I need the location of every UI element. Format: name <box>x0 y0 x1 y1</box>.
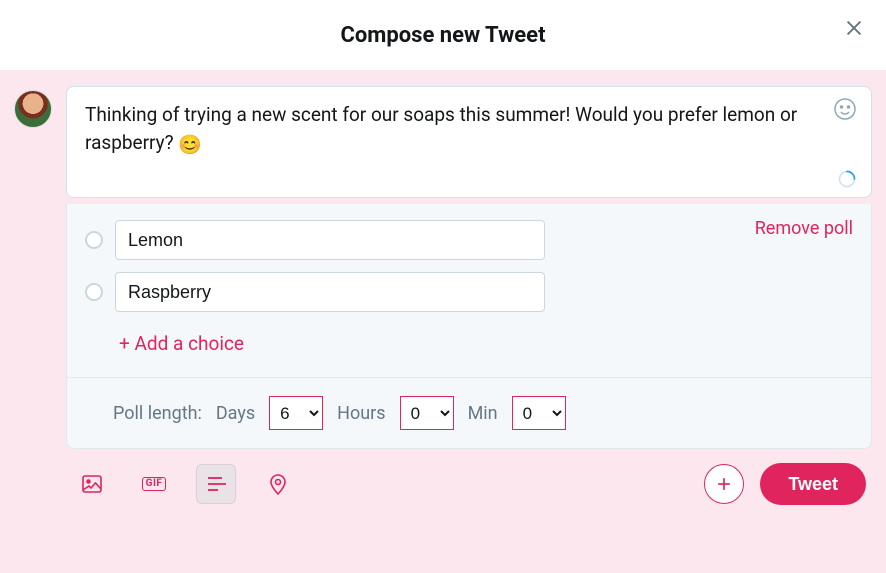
add-poll-button[interactable] <box>196 464 236 504</box>
toolbar-left: GIF <box>72 464 298 504</box>
character-count-ring <box>837 169 857 189</box>
poll-option-input-1[interactable] <box>115 220 545 260</box>
poll-min-label: Min <box>468 403 498 424</box>
radio-icon <box>85 231 103 249</box>
poll-length-label: Poll length: <box>113 403 202 424</box>
close-button[interactable] <box>840 14 868 42</box>
add-gif-button[interactable]: GIF <box>134 464 174 504</box>
tweet-emoji: 😊 <box>178 133 202 156</box>
compose-toolbar: GIF <box>66 463 872 509</box>
add-choice-button[interactable]: + Add a choice <box>85 324 244 373</box>
tweet-button[interactable]: Tweet <box>760 463 866 505</box>
modal-header: Compose new Tweet <box>0 0 886 70</box>
poll-option-row <box>85 220 853 260</box>
poll-min-select[interactable]: 0 <box>512 396 566 430</box>
smile-icon <box>833 97 857 121</box>
add-tweet-button[interactable] <box>704 464 744 504</box>
poll-option-input-2[interactable] <box>115 272 545 312</box>
poll-length-row: Poll length: Days 6 Hours 0 Min 0 <box>67 377 871 448</box>
location-icon <box>266 472 290 496</box>
poll-hours-label: Hours <box>337 403 385 424</box>
poll-icon <box>204 472 228 496</box>
plus-icon <box>714 474 734 494</box>
compose-column: Thinking of trying a new scent for our s… <box>66 86 872 563</box>
poll-days-label: Days <box>216 403 255 424</box>
radio-icon <box>85 283 103 301</box>
close-icon <box>843 17 865 39</box>
tweet-textarea[interactable]: Thinking of trying a new scent for our s… <box>66 86 872 198</box>
add-image-button[interactable] <box>72 464 112 504</box>
progress-ring-icon <box>837 169 857 189</box>
toolbar-right: Tweet <box>704 463 866 505</box>
gif-icon: GIF <box>142 477 167 491</box>
add-location-button[interactable] <box>258 464 298 504</box>
modal-body: Thinking of trying a new scent for our s… <box>0 70 886 573</box>
avatar <box>14 90 52 128</box>
tweet-text-content: Thinking of trying a new scent for our s… <box>85 101 853 158</box>
compose-modal: Compose new Tweet Thinking of trying a n… <box>0 0 886 573</box>
poll-options-area: Remove poll + Add a choice <box>67 204 871 377</box>
remove-poll-button[interactable]: Remove poll <box>755 218 853 239</box>
emoji-picker-button[interactable] <box>833 97 857 121</box>
poll-option-row <box>85 272 853 312</box>
poll-hours-select[interactable]: 0 <box>400 396 454 430</box>
image-icon <box>80 472 104 496</box>
poll-days-select[interactable]: 6 <box>269 396 323 430</box>
modal-title: Compose new Tweet <box>340 23 545 48</box>
poll-card: Remove poll + Add a choice Poll length: … <box>66 204 872 449</box>
